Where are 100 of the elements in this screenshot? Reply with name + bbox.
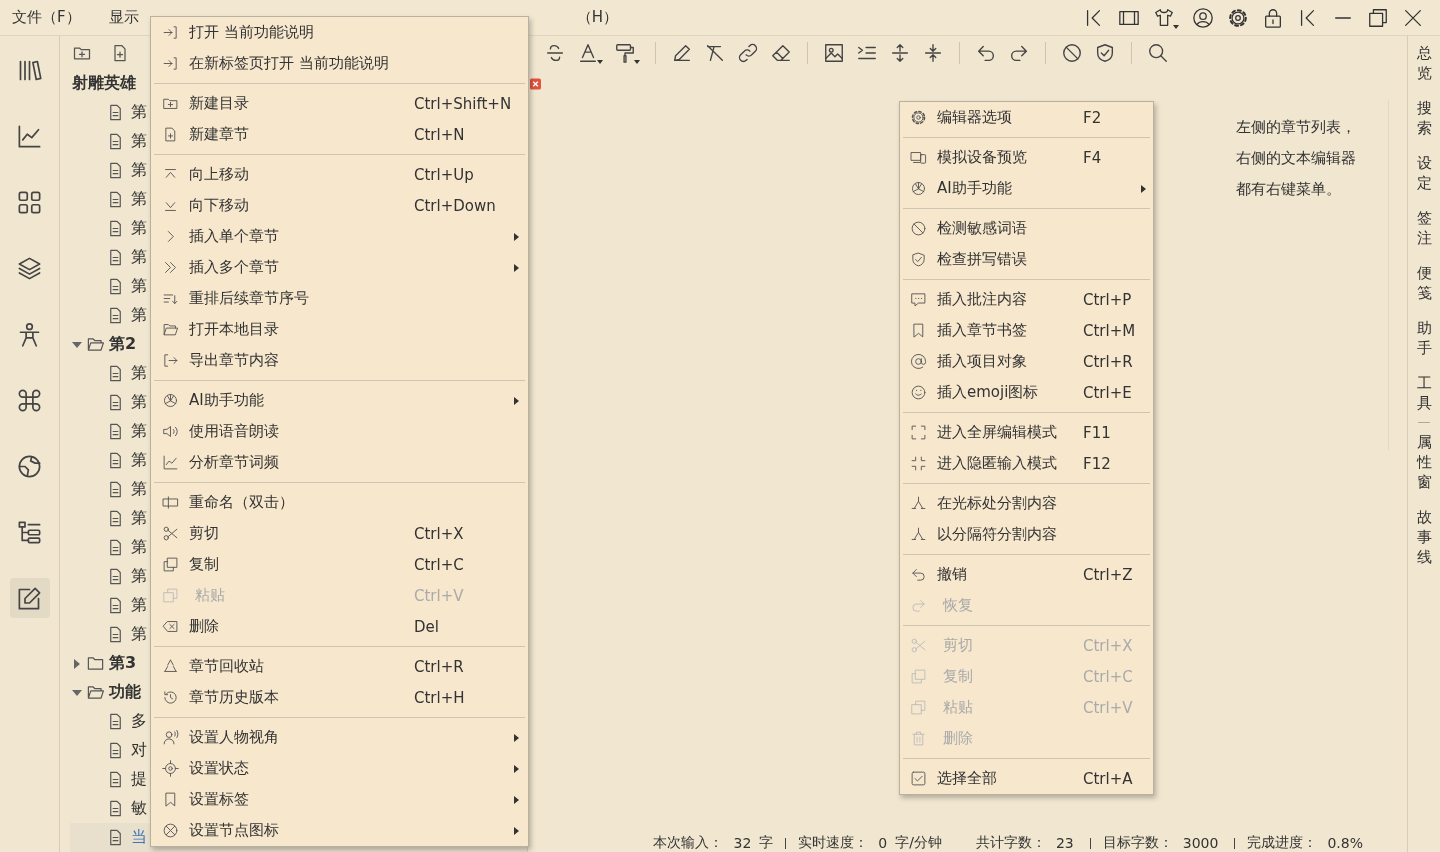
user-circle-icon[interactable] <box>1192 6 1214 29</box>
menu-item[interactable]: 选择全部 Ctrl+A <box>900 763 1153 794</box>
tree-item[interactable]: 敏 <box>131 798 147 819</box>
search-icon[interactable] <box>1147 42 1169 64</box>
menu-item[interactable]: 章节回收站 Ctrl+R <box>151 651 528 682</box>
clear-format-icon[interactable] <box>704 42 726 64</box>
side-tab[interactable]: 设定 <box>1416 153 1432 193</box>
menu-item[interactable]: 设置状态 <box>151 753 528 784</box>
menu-item[interactable]: 分析章节词频 <box>151 447 528 478</box>
menu-item[interactable]: 打开 当前功能说明 <box>151 17 528 48</box>
menu-item[interactable]: 在新标签页打开 当前功能说明 <box>151 48 528 79</box>
menu-item[interactable]: 撤销 Ctrl+Z <box>900 559 1153 590</box>
tree-item[interactable]: 第 <box>131 537 147 558</box>
menu-item[interactable]: 插入单个章节 <box>151 221 528 252</box>
tree-item[interactable]: 第 <box>131 508 147 529</box>
shield-check-icon[interactable] <box>1094 42 1116 64</box>
sidebar-button[interactable] <box>9 578 50 618</box>
lock-icon[interactable] <box>1262 6 1284 29</box>
side-tab[interactable]: 总览 <box>1416 43 1432 83</box>
tree-item[interactable]: 第2 <box>109 334 137 355</box>
restore-icon[interactable] <box>1367 6 1389 29</box>
menu-item[interactable]: 复制 Ctrl+C <box>151 549 528 580</box>
tree-item[interactable]: 第 <box>131 276 147 297</box>
menu-item[interactable]: 打开本地目录 <box>151 314 528 345</box>
side-tab[interactable]: 便笺 <box>1416 263 1432 303</box>
expand-arrow-icon[interactable] <box>72 687 82 698</box>
tree-item[interactable]: 第 <box>131 595 147 616</box>
tree-item[interactable]: 第 <box>131 421 147 442</box>
image-icon[interactable] <box>823 42 845 64</box>
shirt-icon[interactable] <box>1153 6 1175 29</box>
tree-item[interactable]: 多 <box>131 711 147 732</box>
side-tab[interactable]: 工具 <box>1416 373 1432 413</box>
menu-item[interactable]: 以分隔符分割内容 <box>900 519 1153 550</box>
menu-item[interactable]: 插入多个章节 <box>151 252 528 283</box>
menu-item[interactable]: 检查拼写错误 <box>900 244 1153 275</box>
side-tab[interactable]: 签注 <box>1416 208 1432 248</box>
menu-item[interactable]: 设置标签 <box>151 784 528 815</box>
tree-item[interactable]: 对 <box>131 740 147 761</box>
menu-item[interactable]: 使用语音朗读 <box>151 416 528 447</box>
tree-item[interactable]: 第 <box>131 363 147 384</box>
menu-item[interactable]: 向下移动 Ctrl+Down <box>151 190 528 221</box>
menu-item[interactable]: 重排后续章节序号 <box>151 283 528 314</box>
tree-item[interactable]: 第3 <box>109 653 137 674</box>
menu-item[interactable]: 新建目录 Ctrl+Shift+N <box>151 88 528 119</box>
menu-item[interactable]: 在光标处分割内容 <box>900 488 1153 519</box>
menu-item[interactable]: 章节历史版本 Ctrl+H <box>151 682 528 713</box>
menu-item[interactable]: 检测敏感词语 <box>900 213 1153 244</box>
tree-item[interactable]: 第 <box>131 479 147 500</box>
expand-arrow-icon[interactable] <box>72 339 82 350</box>
menu-item[interactable]: 进入隐匿输入模式 F12 <box>900 448 1153 479</box>
menu-item[interactable]: 重命名（双击） <box>151 487 528 518</box>
tree-item[interactable]: 射雕英雄 <box>72 73 136 94</box>
menu-item[interactable]: AI助手功能 <box>151 385 528 416</box>
side-tab[interactable]: 故事线 <box>1416 507 1432 567</box>
menu-item[interactable]: 插入emoji图标 Ctrl+E <box>900 377 1153 408</box>
tree-item[interactable]: 当 <box>131 827 147 848</box>
expand-vertical-icon[interactable] <box>889 42 911 64</box>
menu-bar-item[interactable]: 文件（F） <box>12 8 81 27</box>
tree-item[interactable]: 第 <box>131 624 147 645</box>
menu-item[interactable]: 删除 Del <box>151 611 528 642</box>
menu-item[interactable]: 向上移动 Ctrl+Up <box>151 159 528 190</box>
eraser-icon[interactable] <box>770 42 792 64</box>
menu-item[interactable]: 设置节点图标 <box>151 815 528 846</box>
tree-item[interactable]: 第 <box>131 566 147 587</box>
compress-vertical-icon[interactable] <box>922 42 944 64</box>
pencil-icon[interactable] <box>671 42 693 64</box>
settings-icon[interactable] <box>1227 6 1249 29</box>
caret-icon[interactable] <box>634 60 640 64</box>
tree-item[interactable]: 功能 <box>109 682 141 703</box>
menu-item[interactable]: 插入项目对象 Ctrl+R <box>900 346 1153 377</box>
tree-item[interactable]: 第 <box>131 247 147 268</box>
prohibited-icon[interactable] <box>1061 42 1083 64</box>
menu-item[interactable]: 模拟设备预览 F4 <box>900 142 1153 173</box>
tree-item[interactable]: 提 <box>131 769 147 790</box>
tree-item[interactable]: 第 <box>131 305 147 326</box>
tree-item[interactable]: 第 <box>131 102 147 123</box>
tree-item[interactable]: 第 <box>131 450 147 471</box>
paint-roller-icon[interactable] <box>614 42 636 64</box>
menu-item[interactable]: 设置人物视角 <box>151 722 528 753</box>
menu-bar-item[interactable]: 显示 <box>108 8 139 27</box>
link-icon[interactable] <box>737 42 759 64</box>
tree-item[interactable]: 第 <box>131 392 147 413</box>
editor-text[interactable]: 左侧的章节列表， 右侧的文本编辑器 都有右键菜单。 <box>1236 112 1356 205</box>
menu-item[interactable]: 剪切 Ctrl+X <box>151 518 528 549</box>
tree-item[interactable]: 第 <box>131 218 147 239</box>
menu-item[interactable]: 插入章节书签 Ctrl+M <box>900 315 1153 346</box>
menu-item[interactable]: 导出章节内容 <box>151 345 528 376</box>
tree-item[interactable]: 第 <box>131 160 147 181</box>
menu-bar-item[interactable]: （H） <box>576 8 618 27</box>
tree-item[interactable]: 第 <box>131 189 147 210</box>
font-color-icon[interactable] <box>577 42 599 64</box>
side-tab[interactable]: 助手 <box>1416 318 1432 358</box>
strikethrough-icon[interactable] <box>544 42 566 64</box>
caret-icon[interactable] <box>1173 24 1179 29</box>
menu-item[interactable]: AI助手功能 <box>900 173 1153 204</box>
tree-item[interactable]: 第 <box>131 131 147 152</box>
caret-icon[interactable] <box>597 60 603 64</box>
menu-item[interactable]: 编辑器选项 F2 <box>900 102 1153 133</box>
menu-item[interactable]: 新建章节 Ctrl+N <box>151 119 528 150</box>
side-tab[interactable]: 搜索 <box>1416 98 1432 138</box>
